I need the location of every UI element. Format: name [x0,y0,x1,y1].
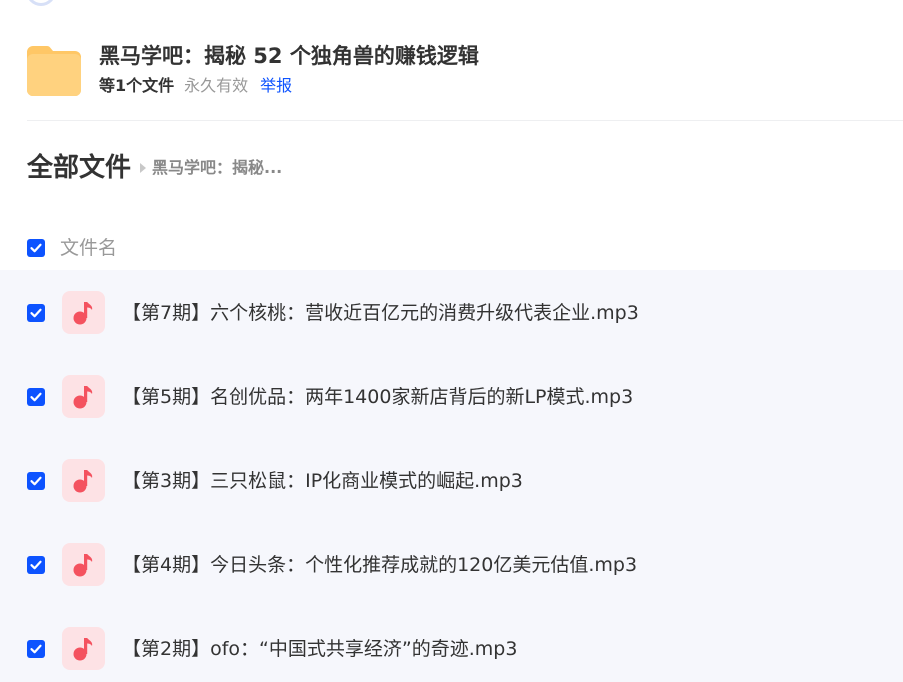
check-icon [30,392,42,402]
check-icon [30,308,42,318]
file-name[interactable]: 【第7期】六个核桃：营收近百亿元的消费升级代表企业.mp3 [122,298,639,328]
share-page: 黑马学吧：揭秘 52 个独角兽的赚钱逻辑 等1个文件 永久有效 举报 全部文件 黑马学… [0,0,903,682]
file-name[interactable]: 【第5期】名创优品：两年1400家新店背后的新LP模式.mp3 [122,382,633,412]
column-header-name[interactable]: 文件名 [60,235,117,261]
check-icon [30,644,42,654]
report-link[interactable]: 举报 [260,76,292,95]
check-icon [30,560,42,570]
file-checkbox[interactable] [27,640,45,658]
file-row[interactable]: 【第3期】三只松鼠：IP化商业模式的崛起.mp3 [0,438,903,522]
file-row[interactable]: 【第2期】ofo：“中国式共享经济”的奇迹.mp3 [0,606,903,682]
check-icon [30,243,42,253]
file-count: 等1个文件 [99,76,175,95]
music-file-icon [62,459,105,502]
file-checkbox[interactable] [27,472,45,490]
breadcrumb-current: 黑马学吧：揭秘... [152,158,283,177]
file-row[interactable]: 【第7期】六个核桃：营收近百亿元的消费升级代表企业.mp3 [0,270,903,354]
folder-icon [27,44,81,96]
music-file-icon [62,543,105,586]
avatar[interactable] [26,0,56,6]
file-row[interactable]: 【第4期】今日头条：个性化推荐成就的120亿美元估值.mp3 [0,522,903,606]
breadcrumb-root[interactable]: 全部文件 [27,153,131,183]
check-icon [30,476,42,486]
file-checkbox[interactable] [27,556,45,574]
file-list: 【第7期】六个核桃：营收近百亿元的消费升级代表企业.mp3 【第5期】名创优品：… [0,270,903,682]
music-file-icon [62,375,105,418]
breadcrumb-separator-icon [140,163,147,173]
music-file-icon [62,627,105,670]
file-checkbox[interactable] [27,304,45,322]
validity-text: 永久有效 [184,76,249,95]
music-file-icon [62,291,105,334]
file-row[interactable]: 【第5期】名创优品：两年1400家新店背后的新LP模式.mp3 [0,354,903,438]
file-name[interactable]: 【第3期】三只松鼠：IP化商业模式的崛起.mp3 [122,466,523,496]
list-header: 文件名 [0,226,903,270]
file-checkbox[interactable] [27,388,45,406]
share-title: 黑马学吧：揭秘 52 个独角兽的赚钱逻辑 [99,44,479,68]
divider [27,120,903,121]
share-meta: 等1个文件 永久有效 举报 [99,74,292,98]
share-header: 黑马学吧：揭秘 52 个独角兽的赚钱逻辑 等1个文件 永久有效 举报 [27,42,903,102]
breadcrumb: 全部文件 黑马学吧：揭秘... [27,148,282,188]
file-name[interactable]: 【第4期】今日头条：个性化推荐成就的120亿美元估值.mp3 [122,550,637,580]
file-name[interactable]: 【第2期】ofo：“中国式共享经济”的奇迹.mp3 [122,634,517,664]
select-all-checkbox[interactable] [27,239,45,257]
